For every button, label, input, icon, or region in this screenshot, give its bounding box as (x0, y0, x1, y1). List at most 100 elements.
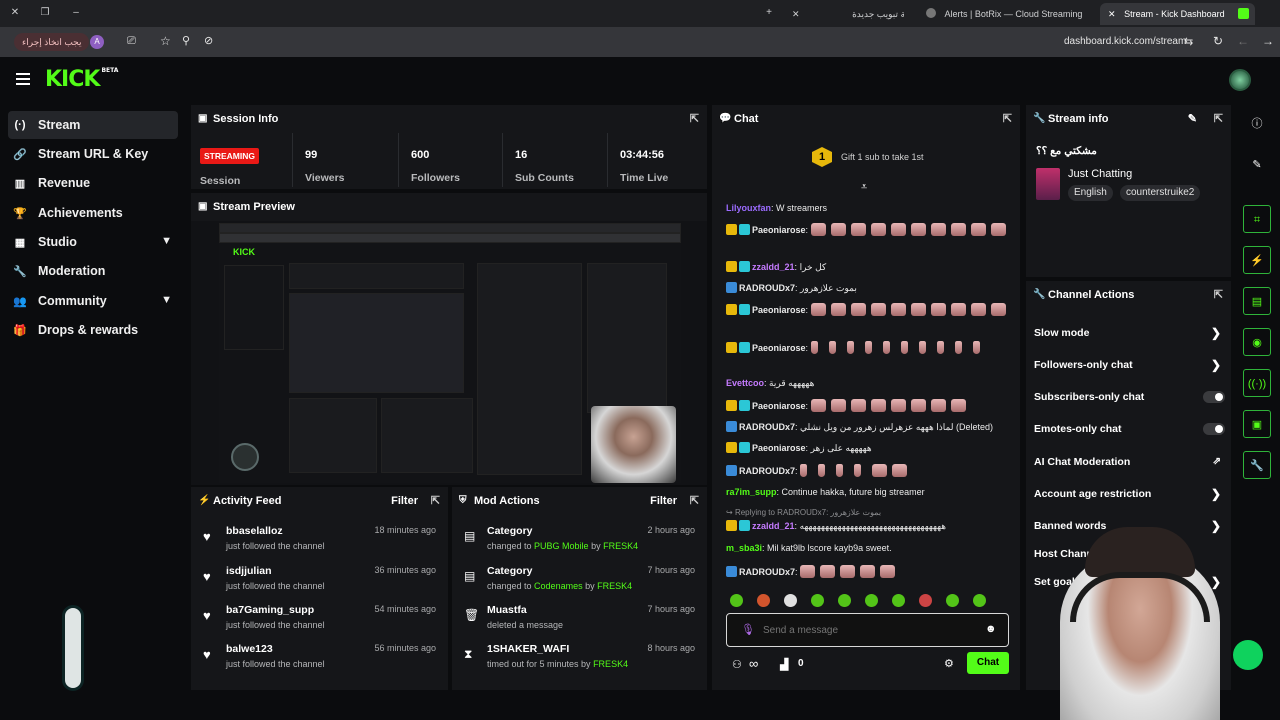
account-age-row[interactable]: Account age restriction ❯ (1034, 480, 1221, 508)
reload-icon[interactable]: ↻ (1213, 34, 1223, 48)
maximize-window-icon[interactable]: ❐ (38, 6, 52, 20)
app-header: KICK BETA (0, 57, 1280, 103)
stream-category[interactable]: Just Chatting (1068, 168, 1132, 180)
popout-icon[interactable]: ⇱ (1003, 105, 1012, 133)
sidebar-item-stream[interactable]: (·) Stream (8, 111, 178, 139)
stat-viewers: 99 Viewers (292, 133, 397, 187)
edit-pencil-icon[interactable]: ✎ (1243, 151, 1271, 179)
emote-icon[interactable] (946, 594, 959, 608)
popout-icon[interactable]: ⇱ (1214, 105, 1223, 133)
popout-icon[interactable]: ⇱ (1214, 281, 1223, 309)
tab-botrix[interactable]: Alerts | BotRix — Cloud Streaming (918, 3, 1098, 25)
pinned-expand-icon[interactable]: ⩡ (861, 181, 867, 194)
layout-icon[interactable]: ▣ (1243, 410, 1271, 438)
capture-icon[interactable]: ⌗ (1243, 205, 1271, 233)
emote-icon[interactable] (811, 594, 824, 608)
sub-badge-icon (739, 520, 750, 531)
browser-tab-bar: ✕ ❐ – + ✕ علامة تبويب جديدة Alerts | Bot… (0, 0, 1280, 27)
tab-new[interactable]: ✕ علامة تبويب جديدة (784, 3, 904, 25)
emote-icon[interactable] (973, 594, 986, 608)
popout-icon[interactable]: ⇱ (690, 487, 699, 515)
shield-icon: ⛨ (459, 495, 467, 506)
close-icon[interactable]: ✕ (1108, 9, 1116, 19)
emote-icon[interactable] (784, 594, 797, 608)
chat-message: zzaldd_21: ههههههههههههههههههههههههههههه… (726, 520, 1016, 532)
user-avatar[interactable] (1229, 69, 1251, 91)
site-settings-icon[interactable]: ⇆ (1184, 35, 1193, 48)
menu-icon[interactable] (16, 73, 30, 85)
bookmark-star-icon[interactable]: ☆ (160, 34, 171, 48)
activity-feed-header: ⚡ Activity Feed Filter ⇱ (191, 487, 448, 515)
emote-icon (990, 223, 1006, 236)
followers-only-row[interactable]: Followers-only chat ❯ (1034, 351, 1221, 379)
forward-icon[interactable]: ← (1237, 34, 1249, 48)
support-chat-button[interactable] (1233, 640, 1263, 670)
lightning-icon[interactable]: ⚡ (1243, 246, 1271, 274)
send-chat-button[interactable]: Chat (967, 652, 1009, 674)
extension-icon[interactable]: ⊘ (204, 34, 213, 47)
sidebar-item-moderation[interactable]: 🔧 Moderation (8, 257, 178, 285)
emote-icon (870, 303, 886, 316)
info-icon[interactable]: ⓘ (1243, 110, 1271, 138)
gift-sub-prompt[interactable]: Gift 1 sub to take 1st (841, 152, 924, 162)
hourglass-icon: ⧗ (464, 647, 473, 661)
emote-icon (910, 303, 926, 316)
close-icon[interactable]: ✕ (792, 9, 800, 19)
gear-icon[interactable]: ⚙ (944, 657, 954, 670)
wrench-icon[interactable]: 🔧 (1243, 451, 1271, 479)
stat-sub-counts: 16 Sub Counts (502, 133, 607, 187)
document-icon[interactable]: ▤ (1243, 287, 1271, 315)
subscribers-only-toggle[interactable] (1203, 391, 1225, 403)
emote-icon[interactable] (865, 594, 878, 608)
mod-filter-button[interactable]: Filter (650, 487, 677, 515)
streaming-badge: STREAMING (200, 148, 259, 164)
stream-preview-video[interactable]: KICK (219, 223, 681, 483)
heart-icon: ♥ (203, 529, 211, 544)
revenue-icon: ▥ (14, 177, 26, 190)
chat-input[interactable] (763, 621, 973, 639)
close-window-icon[interactable]: ✕ (8, 6, 22, 20)
sidebar-item-studio[interactable]: ▦ Studio ▼ (8, 228, 178, 256)
streamer-hair (1085, 527, 1195, 577)
back-icon[interactable]: → (1262, 34, 1274, 48)
sidebar-item-stream-url[interactable]: 🔗 Stream URL & Key (8, 140, 178, 168)
emote-icon[interactable] (919, 594, 932, 608)
tab-kick-dashboard[interactable]: ✕ Stream - Kick Dashboard (1100, 3, 1255, 25)
new-tab-icon[interactable]: + (762, 6, 776, 20)
popout-icon[interactable]: ⇱ (690, 105, 699, 133)
ai-moderation-row[interactable]: AI Chat Moderation ⇗ (1034, 448, 1221, 476)
stream-tag: counterstruike2 (1120, 185, 1201, 201)
popout-icon[interactable]: ⇱ (431, 487, 440, 515)
emote-icon (892, 464, 908, 477)
gift-icon: 🎁 (13, 324, 27, 337)
chevron-right-icon: ❯ (1210, 326, 1221, 340)
sidebar-item-achievements[interactable]: 🏆 Achievements (8, 199, 178, 227)
kick-logo[interactable]: KICK BETA (45, 67, 118, 92)
emote-icon (950, 399, 966, 412)
emote-icon (870, 399, 886, 412)
activity-filter-button[interactable]: Filter (391, 487, 418, 515)
sidebar-item-drops[interactable]: 🎁 Drops & rewards (8, 316, 178, 344)
chat-bubble-icon[interactable]: ◉ (1243, 328, 1271, 356)
cast-icon[interactable]: ⎚ (127, 35, 136, 48)
emoji-icon[interactable]: ☻ (985, 623, 997, 635)
minimize-window-icon[interactable]: – (69, 6, 83, 20)
action-required-pill[interactable]: يجب اتخاذ إجراء (14, 33, 90, 51)
emotes-only-toggle[interactable] (1203, 423, 1225, 435)
broadcast-icon[interactable]: ((·)) (1243, 369, 1271, 397)
emote-icon[interactable] (892, 594, 905, 608)
emote-icon[interactable] (757, 594, 770, 608)
sidebar-item-community[interactable]: 👥 Community ▼ (8, 287, 178, 315)
emote-icon[interactable] (730, 594, 743, 608)
sidebar-item-revenue[interactable]: ▥ Revenue (8, 169, 178, 197)
profile-avatar[interactable]: A (90, 35, 104, 49)
list-item: ♥ ba7Gaming_supp just followed the channel… (203, 604, 436, 630)
microphone-icon[interactable]: 🎙 (741, 623, 755, 636)
slow-mode-row[interactable]: Slow mode ❯ (1034, 319, 1221, 347)
edit-pencil-icon[interactable]: ✎ (1188, 105, 1197, 133)
channel-actions-header: 🔧 Channel Actions ⇱ (1026, 281, 1231, 309)
zoom-icon[interactable]: ⚲ (182, 34, 190, 47)
url-text[interactable]: dashboard.kick.com/stream (1064, 36, 1186, 47)
chat-message: zzaldd_21: كل خرا (726, 261, 1016, 273)
emote-icon[interactable] (838, 594, 851, 608)
